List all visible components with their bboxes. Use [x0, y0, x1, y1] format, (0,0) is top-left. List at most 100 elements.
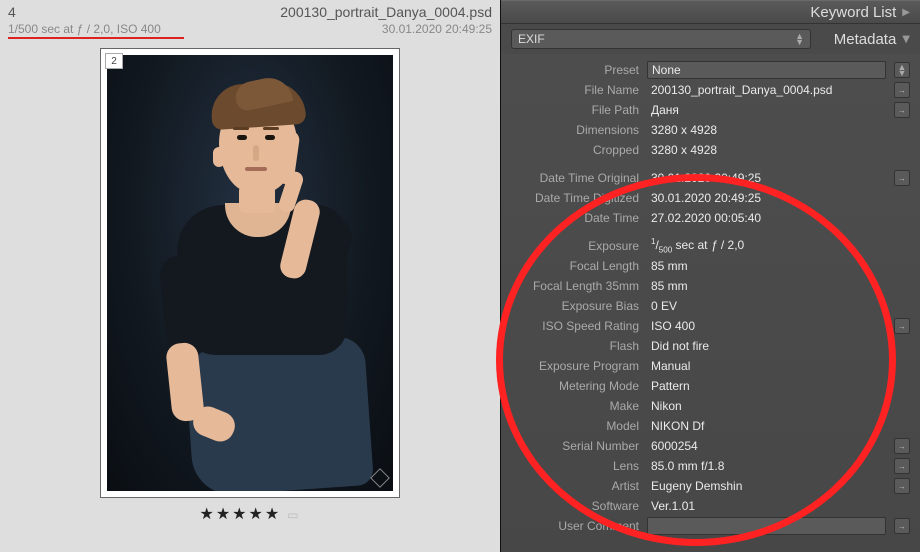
- spacer: [894, 210, 910, 226]
- metadata-field-value[interactable]: 30.01.2020 20:49:25: [647, 189, 886, 207]
- chevron-right-icon: ▶: [902, 7, 910, 18]
- metadata-field-label: Model: [501, 419, 639, 433]
- metadata-field-value[interactable]: 3280 x 4928: [647, 121, 886, 139]
- metadata-row: Artist Eugeny Demshin →: [501, 476, 910, 496]
- metadata-field-value[interactable]: 85 mm: [647, 257, 886, 275]
- goto-icon[interactable]: →: [894, 170, 910, 186]
- metadata-label: Metadata: [834, 31, 897, 48]
- preview-subheader: 1/500 sec at ƒ / 2,0, ISO 400 30.01.2020…: [0, 22, 500, 42]
- goto-icon[interactable]: →: [894, 518, 910, 534]
- spacer: [894, 122, 910, 138]
- thumbnail-frame[interactable]: 2: [100, 48, 400, 498]
- metadata-field-value[interactable]: Eugeny Demshin: [647, 477, 886, 495]
- metadata-field-label: Focal Length 35mm: [501, 279, 639, 293]
- metadata-field-label: Artist: [501, 479, 639, 493]
- preview-pane: 4 200130_portrait_Danya_0004.psd 1/500 s…: [0, 0, 500, 552]
- spacer: [894, 358, 910, 374]
- metadata-filter-row: EXIF ▲▼ Metadata ▶: [501, 24, 920, 54]
- thumbnail-area: 2: [0, 42, 500, 552]
- metadata-field-label: ISO Speed Rating: [501, 319, 639, 333]
- metadata-field-value[interactable]: [647, 517, 886, 535]
- metadata-field-label: Software: [501, 499, 639, 513]
- updown-icon[interactable]: ▲▼: [894, 62, 910, 78]
- keyword-list-header[interactable]: Keyword List ▶: [501, 0, 920, 24]
- spacer: [894, 238, 910, 254]
- goto-icon[interactable]: →: [894, 438, 910, 454]
- metadata-field-value[interactable]: NIKON Df: [647, 417, 886, 435]
- goto-icon[interactable]: →: [894, 458, 910, 474]
- metadata-field-label: Focal Length: [501, 259, 639, 273]
- preset-dropdown[interactable]: None: [647, 61, 886, 79]
- metadata-row: Date Time27.02.2020 00:05:40: [501, 208, 910, 228]
- thumbnail-image: [107, 55, 393, 491]
- metadata-field-label: User Comment: [501, 519, 639, 533]
- metadata-field-value[interactable]: 1/500 sec at ƒ / 2,0: [647, 235, 886, 256]
- metadata-row: Date Time Digitized30.01.2020 20:49:25: [501, 188, 910, 208]
- metadata-row: Exposure Program Manual: [501, 356, 910, 376]
- metadata-field-label: Exposure Bias: [501, 299, 639, 313]
- metadata-field-value[interactable]: 85.0 mm f/1.8: [647, 457, 886, 475]
- spacer: [894, 190, 910, 206]
- metadata-field-label: Exposure: [501, 239, 639, 253]
- metadata-field-label: Exposure Program: [501, 359, 639, 373]
- metadata-field-value[interactable]: Даня: [647, 101, 886, 119]
- metadata-row: Make Nikon: [501, 396, 910, 416]
- metadata-row: File Path Даня →: [501, 100, 910, 120]
- metadata-row: File Name 200130_portrait_Danya_0004.psd →: [501, 80, 910, 100]
- goto-icon[interactable]: →: [894, 82, 910, 98]
- metadata-field-value[interactable]: 0 EV: [647, 297, 886, 315]
- star-icons[interactable]: ★★★★★: [199, 506, 281, 523]
- metadata-field-label: Dimensions: [501, 123, 639, 137]
- spacer: [894, 278, 910, 294]
- spacer: [894, 338, 910, 354]
- metadata-field-value[interactable]: Nikon: [647, 397, 886, 415]
- metadata-field-value[interactable]: Manual: [647, 357, 886, 375]
- dropdown-value: EXIF: [518, 32, 545, 46]
- chevron-down-icon[interactable]: ▶: [901, 35, 912, 43]
- preset-label: Preset: [501, 63, 639, 77]
- metadata-field-value[interactable]: Did not fire: [647, 337, 886, 355]
- metadata-row: Metering Mode Pattern: [501, 376, 910, 396]
- metadata-row: Flash Did not fire: [501, 336, 910, 356]
- metadata-field-value[interactable]: 6000254: [647, 437, 886, 455]
- metadata-field-label: File Name: [501, 83, 639, 97]
- metadata-field-label: Date Time Original: [501, 171, 639, 185]
- metadata-field-label: Serial Number: [501, 439, 639, 453]
- metadata-field-label: Metering Mode: [501, 379, 639, 393]
- goto-icon[interactable]: →: [894, 318, 910, 334]
- metadata-field-value[interactable]: 85 mm: [647, 277, 886, 295]
- metadata-field-value[interactable]: 30.01.2020 20:49:25: [647, 169, 886, 187]
- spacer: [894, 498, 910, 514]
- image-index: 4: [8, 4, 16, 20]
- metadata-row: ISO Speed Rating ISO 400 →: [501, 316, 910, 336]
- metadata-field-value[interactable]: 27.02.2020 00:05:40: [647, 209, 886, 227]
- metadata-field-value[interactable]: ISO 400: [647, 317, 886, 335]
- metadata-field-label: Flash: [501, 339, 639, 353]
- goto-icon[interactable]: →: [894, 102, 910, 118]
- metadata-body: Preset None ▲▼ File Name 200130_portrait_…: [501, 54, 920, 552]
- metadata-row: Exposure 1/500 sec at ƒ / 2,0: [501, 236, 910, 256]
- metadata-field-value[interactable]: Ver.1.01: [647, 497, 886, 515]
- star-rating[interactable]: ★★★★★ ▭: [199, 504, 300, 524]
- metadata-set-dropdown[interactable]: EXIF ▲▼: [511, 29, 811, 49]
- spacer: [894, 142, 910, 158]
- spacer: [894, 398, 910, 414]
- metadata-field-value[interactable]: 200130_portrait_Danya_0004.psd: [647, 81, 886, 99]
- clear-rating-icon[interactable]: ▭: [287, 508, 300, 522]
- spacer: [894, 418, 910, 434]
- metadata-row: Focal Length 85 mm: [501, 256, 910, 276]
- metadata-field-value[interactable]: Pattern: [647, 377, 886, 395]
- annotation-underline: [8, 37, 184, 39]
- metadata-row: User Comment →: [501, 516, 910, 536]
- metadata-row: Model NIKON Df: [501, 416, 910, 436]
- exposure-summary: 1/500 sec at ƒ / 2,0, ISO 400: [8, 22, 161, 36]
- metadata-row: Software Ver.1.01: [501, 496, 910, 516]
- metadata-field-value[interactable]: 3280 x 4928: [647, 141, 886, 159]
- spacer: [894, 258, 910, 274]
- keyword-list-label: Keyword List: [810, 4, 896, 21]
- goto-icon[interactable]: →: [894, 478, 910, 494]
- image-filename: 200130_portrait_Danya_0004.psd: [280, 4, 492, 20]
- metadata-field-label: Make: [501, 399, 639, 413]
- metadata-field-label: Lens: [501, 459, 639, 473]
- metadata-field-label: File Path: [501, 103, 639, 117]
